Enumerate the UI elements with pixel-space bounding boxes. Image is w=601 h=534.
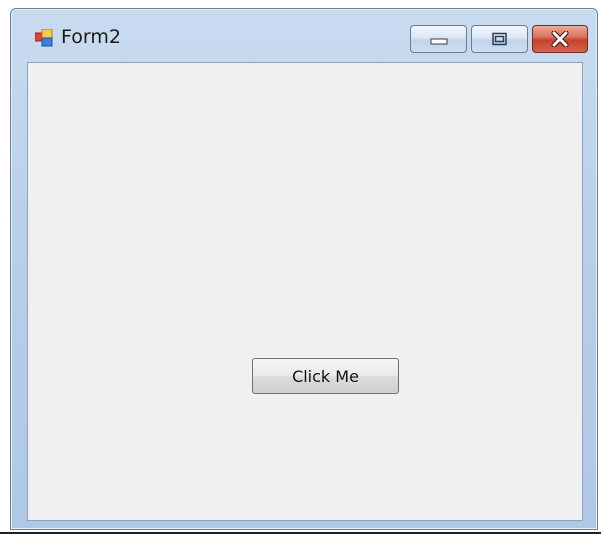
minimize-button[interactable] — [410, 25, 467, 53]
title-bar[interactable]: Form2 — [11, 9, 597, 61]
form-app-icon — [35, 29, 53, 47]
caption-buttons — [406, 25, 588, 53]
minimize-icon — [430, 38, 447, 45]
window-title: Form2 — [61, 26, 121, 48]
click-me-button[interactable]: Click Me — [252, 358, 399, 394]
maximize-button[interactable] — [471, 25, 528, 53]
form-client-area: Click Me — [27, 62, 583, 521]
maximize-icon — [491, 32, 507, 46]
close-icon — [551, 31, 569, 47]
close-button[interactable] — [532, 25, 588, 53]
form2-window: Form2 Click Me — [10, 8, 598, 530]
